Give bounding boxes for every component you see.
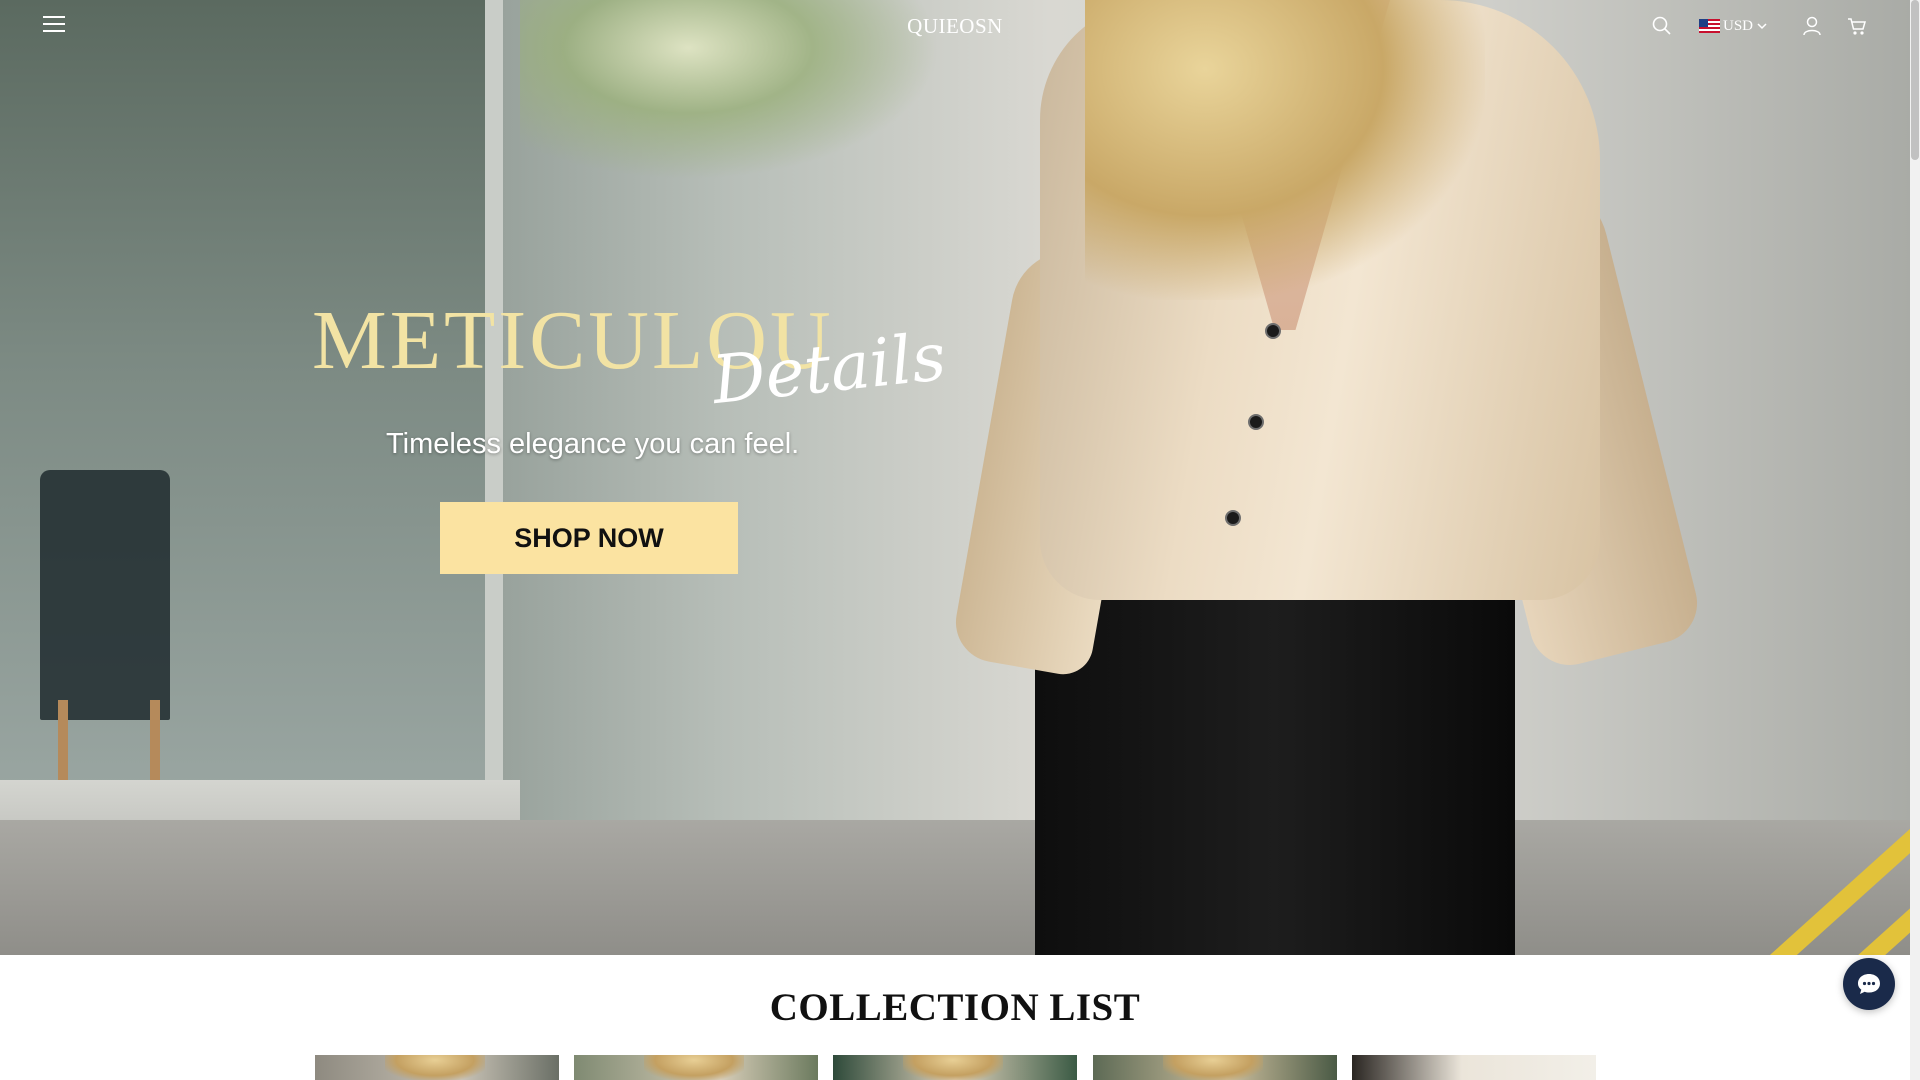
window-frame <box>485 0 503 800</box>
chat-button[interactable] <box>1843 958 1895 1010</box>
collection-thumbnail[interactable] <box>1093 1055 1337 1080</box>
account-icon[interactable] <box>1801 15 1823 37</box>
blouse-button <box>1265 323 1281 339</box>
hero-subtitle: Timeless elegance you can feel. <box>386 428 800 460</box>
site-header: QUIEOSN USD <box>0 0 1910 50</box>
collection-thumbnail[interactable] <box>833 1055 1077 1080</box>
page-scrollbar[interactable] <box>1910 0 1920 1080</box>
currency-label: USD <box>1723 17 1754 34</box>
us-flag-icon <box>1699 19 1720 33</box>
collection-title: COLLECTION LIST <box>769 986 1141 1029</box>
search-icon[interactable] <box>1651 15 1673 37</box>
chat-bubble-icon <box>1858 974 1880 994</box>
collection-thumbnail[interactable] <box>1352 1055 1596 1080</box>
menu-icon[interactable] <box>43 16 65 34</box>
collection-thumbnail[interactable] <box>315 1055 559 1080</box>
blouse-button <box>1225 510 1241 526</box>
brand-logo: QUIEOSN <box>0 14 1910 39</box>
currency-selector[interactable]: USD <box>1699 15 1768 37</box>
pavement <box>0 820 1910 955</box>
brand-name[interactable]: QUIEOSN <box>907 14 1003 38</box>
blouse-button <box>1248 414 1264 430</box>
chair <box>40 470 170 720</box>
hero-banner[interactable]: METICULOU Details Timeless elegance you … <box>0 0 1910 955</box>
scrollbar-thumb[interactable] <box>1911 0 1919 160</box>
chevron-down-icon <box>1757 23 1767 30</box>
shop-now-button[interactable]: SHOP NOW <box>440 502 738 574</box>
cart-icon[interactable] <box>1846 15 1868 37</box>
collection-thumbnail[interactable] <box>574 1055 818 1080</box>
